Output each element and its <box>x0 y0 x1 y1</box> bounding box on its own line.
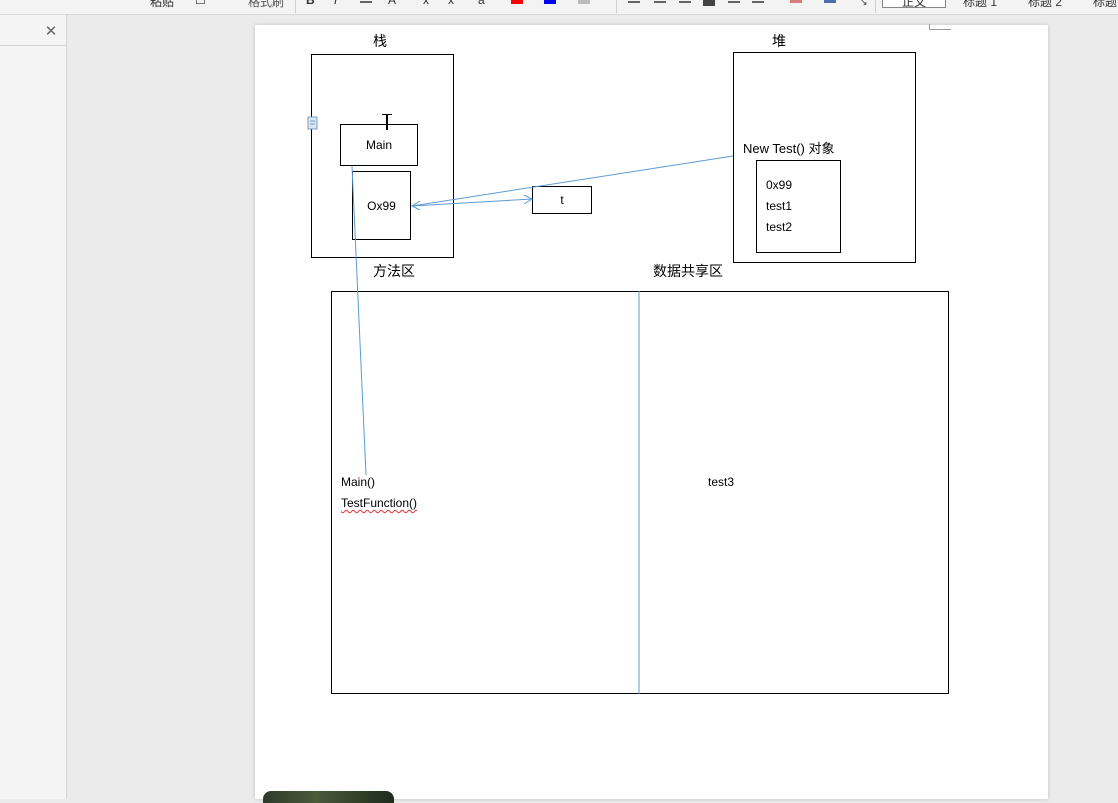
heap-to-ref-arrow[interactable] <box>411 155 734 207</box>
connector-layer <box>351 155 734 694</box>
text-cursor <box>386 114 388 130</box>
text-cursor <box>382 114 392 115</box>
embedded-image-thumbnail[interactable] <box>263 791 394 803</box>
main-to-method-line[interactable] <box>351 165 367 476</box>
ref-to-t-arrow[interactable] <box>411 198 533 207</box>
paste-options-icon[interactable] <box>307 116 319 130</box>
